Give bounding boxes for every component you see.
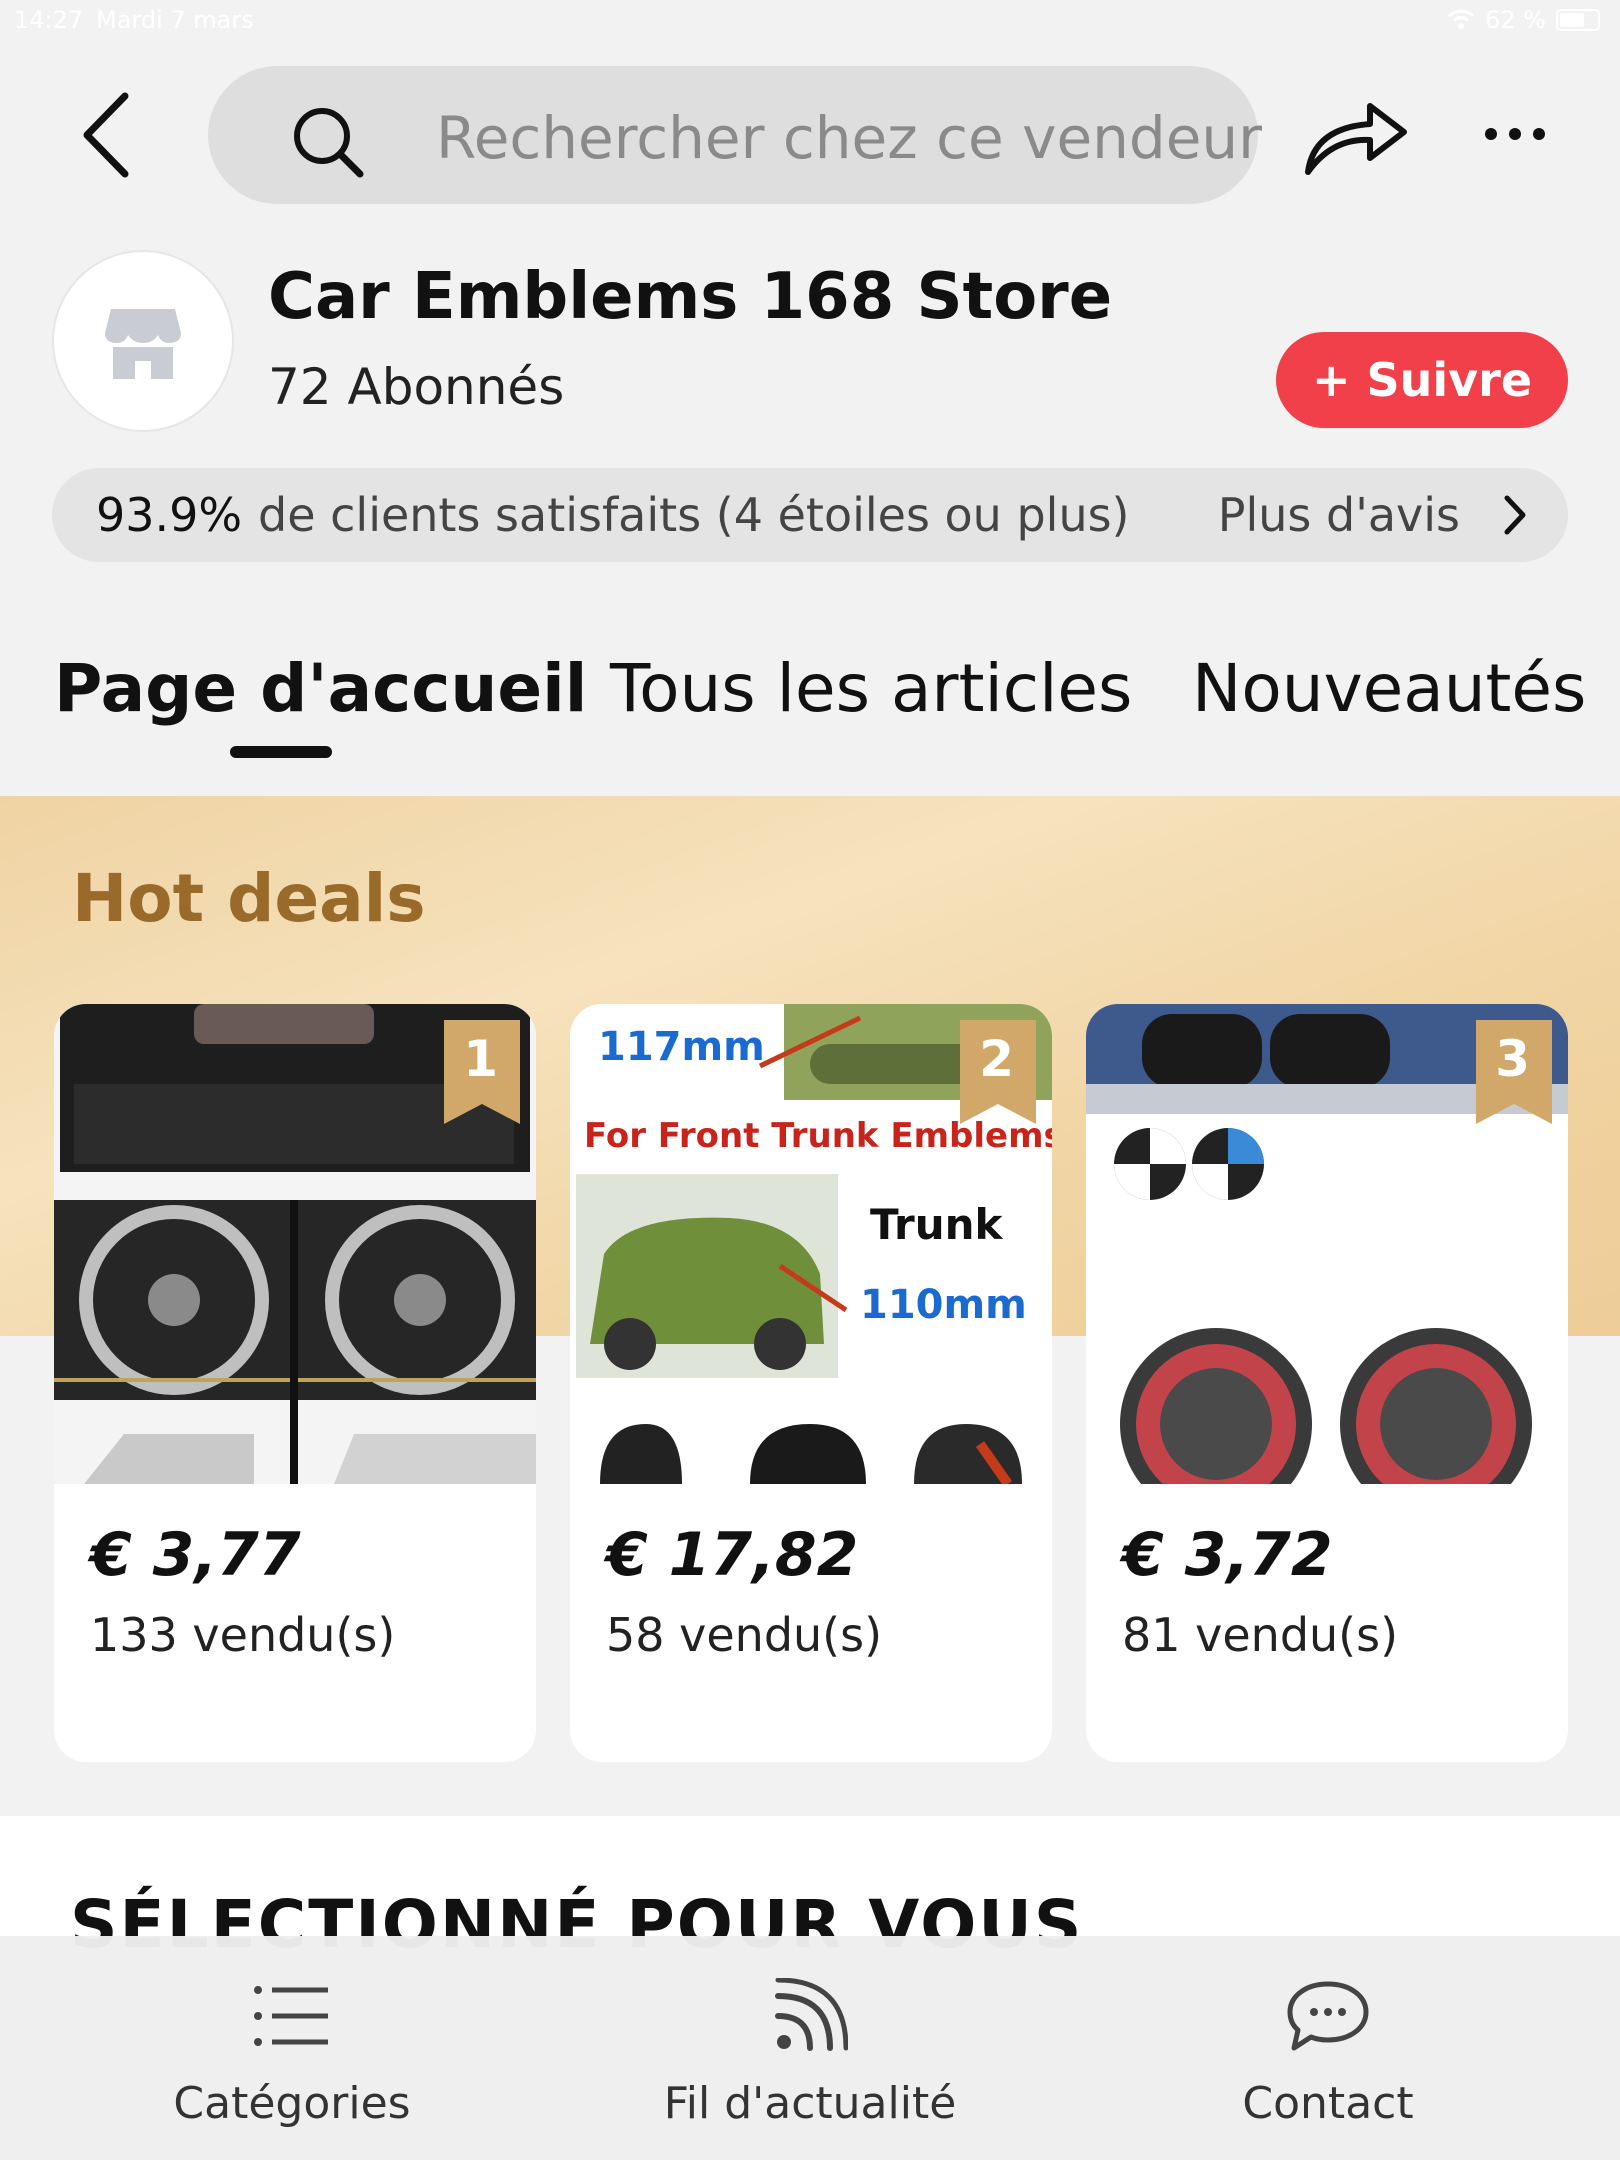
store-header: Car Emblems 168 Store 72 Abonnés + Suivr… xyxy=(0,248,1620,438)
more-reviews-link[interactable]: Plus d'avis xyxy=(1218,488,1460,542)
nav-feed[interactable]: Fil d'actualité xyxy=(610,1976,1010,2129)
chevron-left-icon xyxy=(83,92,129,178)
store-followers: 72 Abonnés xyxy=(268,358,565,416)
feed-icon xyxy=(775,1978,848,2051)
wifi-icon xyxy=(1448,9,1474,29)
tab-indicator xyxy=(230,746,332,758)
hot-deals-title: Hot deals xyxy=(72,860,426,937)
share-button[interactable] xyxy=(1300,90,1410,180)
tab-new-arrivals[interactable]: Nouveautés xyxy=(1192,650,1586,727)
search-icon xyxy=(294,108,364,178)
satisfaction-percent: 93.9% xyxy=(96,488,243,542)
nav-contact[interactable]: Contact xyxy=(1128,1976,1528,2129)
back-button[interactable] xyxy=(60,90,150,180)
store-tabs: Page d'accueil Tous les articles Nouveau… xyxy=(0,650,1620,760)
dot-icon xyxy=(1533,128,1545,140)
hot-deals-section: Hot deals 1 € 3,77 133 vendu(s) 117mm Fo… xyxy=(0,796,1620,1816)
list-icon xyxy=(254,1986,328,2046)
satisfaction-text: de clients satisfaits (4 étoiles ou plus… xyxy=(258,488,1130,542)
image-size-label: 117mm xyxy=(598,1024,765,1070)
product-card[interactable]: 1 € 3,77 133 vendu(s) xyxy=(54,1004,536,1762)
product-card[interactable]: 3 € 3,72 81 vendu(s) xyxy=(1086,1004,1568,1762)
nav-contact-label: Contact xyxy=(1242,2078,1414,2129)
top-bar: Rechercher chez ce vendeur xyxy=(0,60,1620,210)
bottom-nav: Catégories Fil d'actualité Contact xyxy=(0,1936,1620,2160)
product-price: € 3,77 xyxy=(90,1520,301,1590)
nav-feed-label: Fil d'actualité xyxy=(663,2078,957,2129)
product-price: € 17,82 xyxy=(606,1520,859,1590)
store-name: Car Emblems 168 Store xyxy=(268,260,1113,334)
rank-number: 3 xyxy=(1495,1030,1530,1088)
share-icon xyxy=(1305,103,1407,175)
nav-categories-label: Catégories xyxy=(173,2078,411,2129)
status-time: 14:27 xyxy=(14,6,84,34)
rank-number: 2 xyxy=(979,1030,1014,1088)
product-sold-count: 81 vendu(s) xyxy=(1122,1608,1399,1662)
satisfaction-bar[interactable]: 93.9% de clients satisfaits (4 étoiles o… xyxy=(52,468,1568,562)
product-price: € 3,72 xyxy=(1122,1520,1333,1590)
battery-icon xyxy=(1556,9,1600,31)
product-card[interactable]: 117mm For Front Trunk Emblems Trunk 110m… xyxy=(570,1004,1052,1762)
search-input[interactable]: Rechercher chez ce vendeur xyxy=(208,66,1262,204)
more-options-button[interactable] xyxy=(1470,104,1560,164)
status-bar: 14:27 Mardi 7 mars 62 % xyxy=(0,0,1620,40)
store-icon xyxy=(105,309,181,379)
dot-icon xyxy=(1509,128,1521,140)
nav-categories[interactable]: Catégories xyxy=(92,1976,492,2129)
image-trunk-size: 110mm xyxy=(860,1282,1027,1328)
status-date: Mardi 7 mars xyxy=(96,6,254,34)
follow-button[interactable]: + Suivre xyxy=(1276,332,1568,428)
search-placeholder: Rechercher chez ce vendeur xyxy=(436,104,1262,172)
chevron-right-icon xyxy=(1504,495,1526,535)
chat-icon xyxy=(1287,1981,1369,2051)
status-right: 62 % xyxy=(1447,6,1600,34)
dot-icon xyxy=(1485,128,1497,140)
tab-home[interactable]: Page d'accueil xyxy=(54,650,587,727)
product-sold-count: 58 vendu(s) xyxy=(606,1608,883,1662)
image-trunk-label: Trunk xyxy=(870,1200,1003,1249)
tab-all-items[interactable]: Tous les articles xyxy=(610,650,1132,727)
battery-percent: 62 % xyxy=(1485,6,1546,34)
store-logo[interactable] xyxy=(52,250,234,432)
rank-number: 1 xyxy=(463,1030,498,1088)
product-sold-count: 133 vendu(s) xyxy=(90,1608,396,1662)
